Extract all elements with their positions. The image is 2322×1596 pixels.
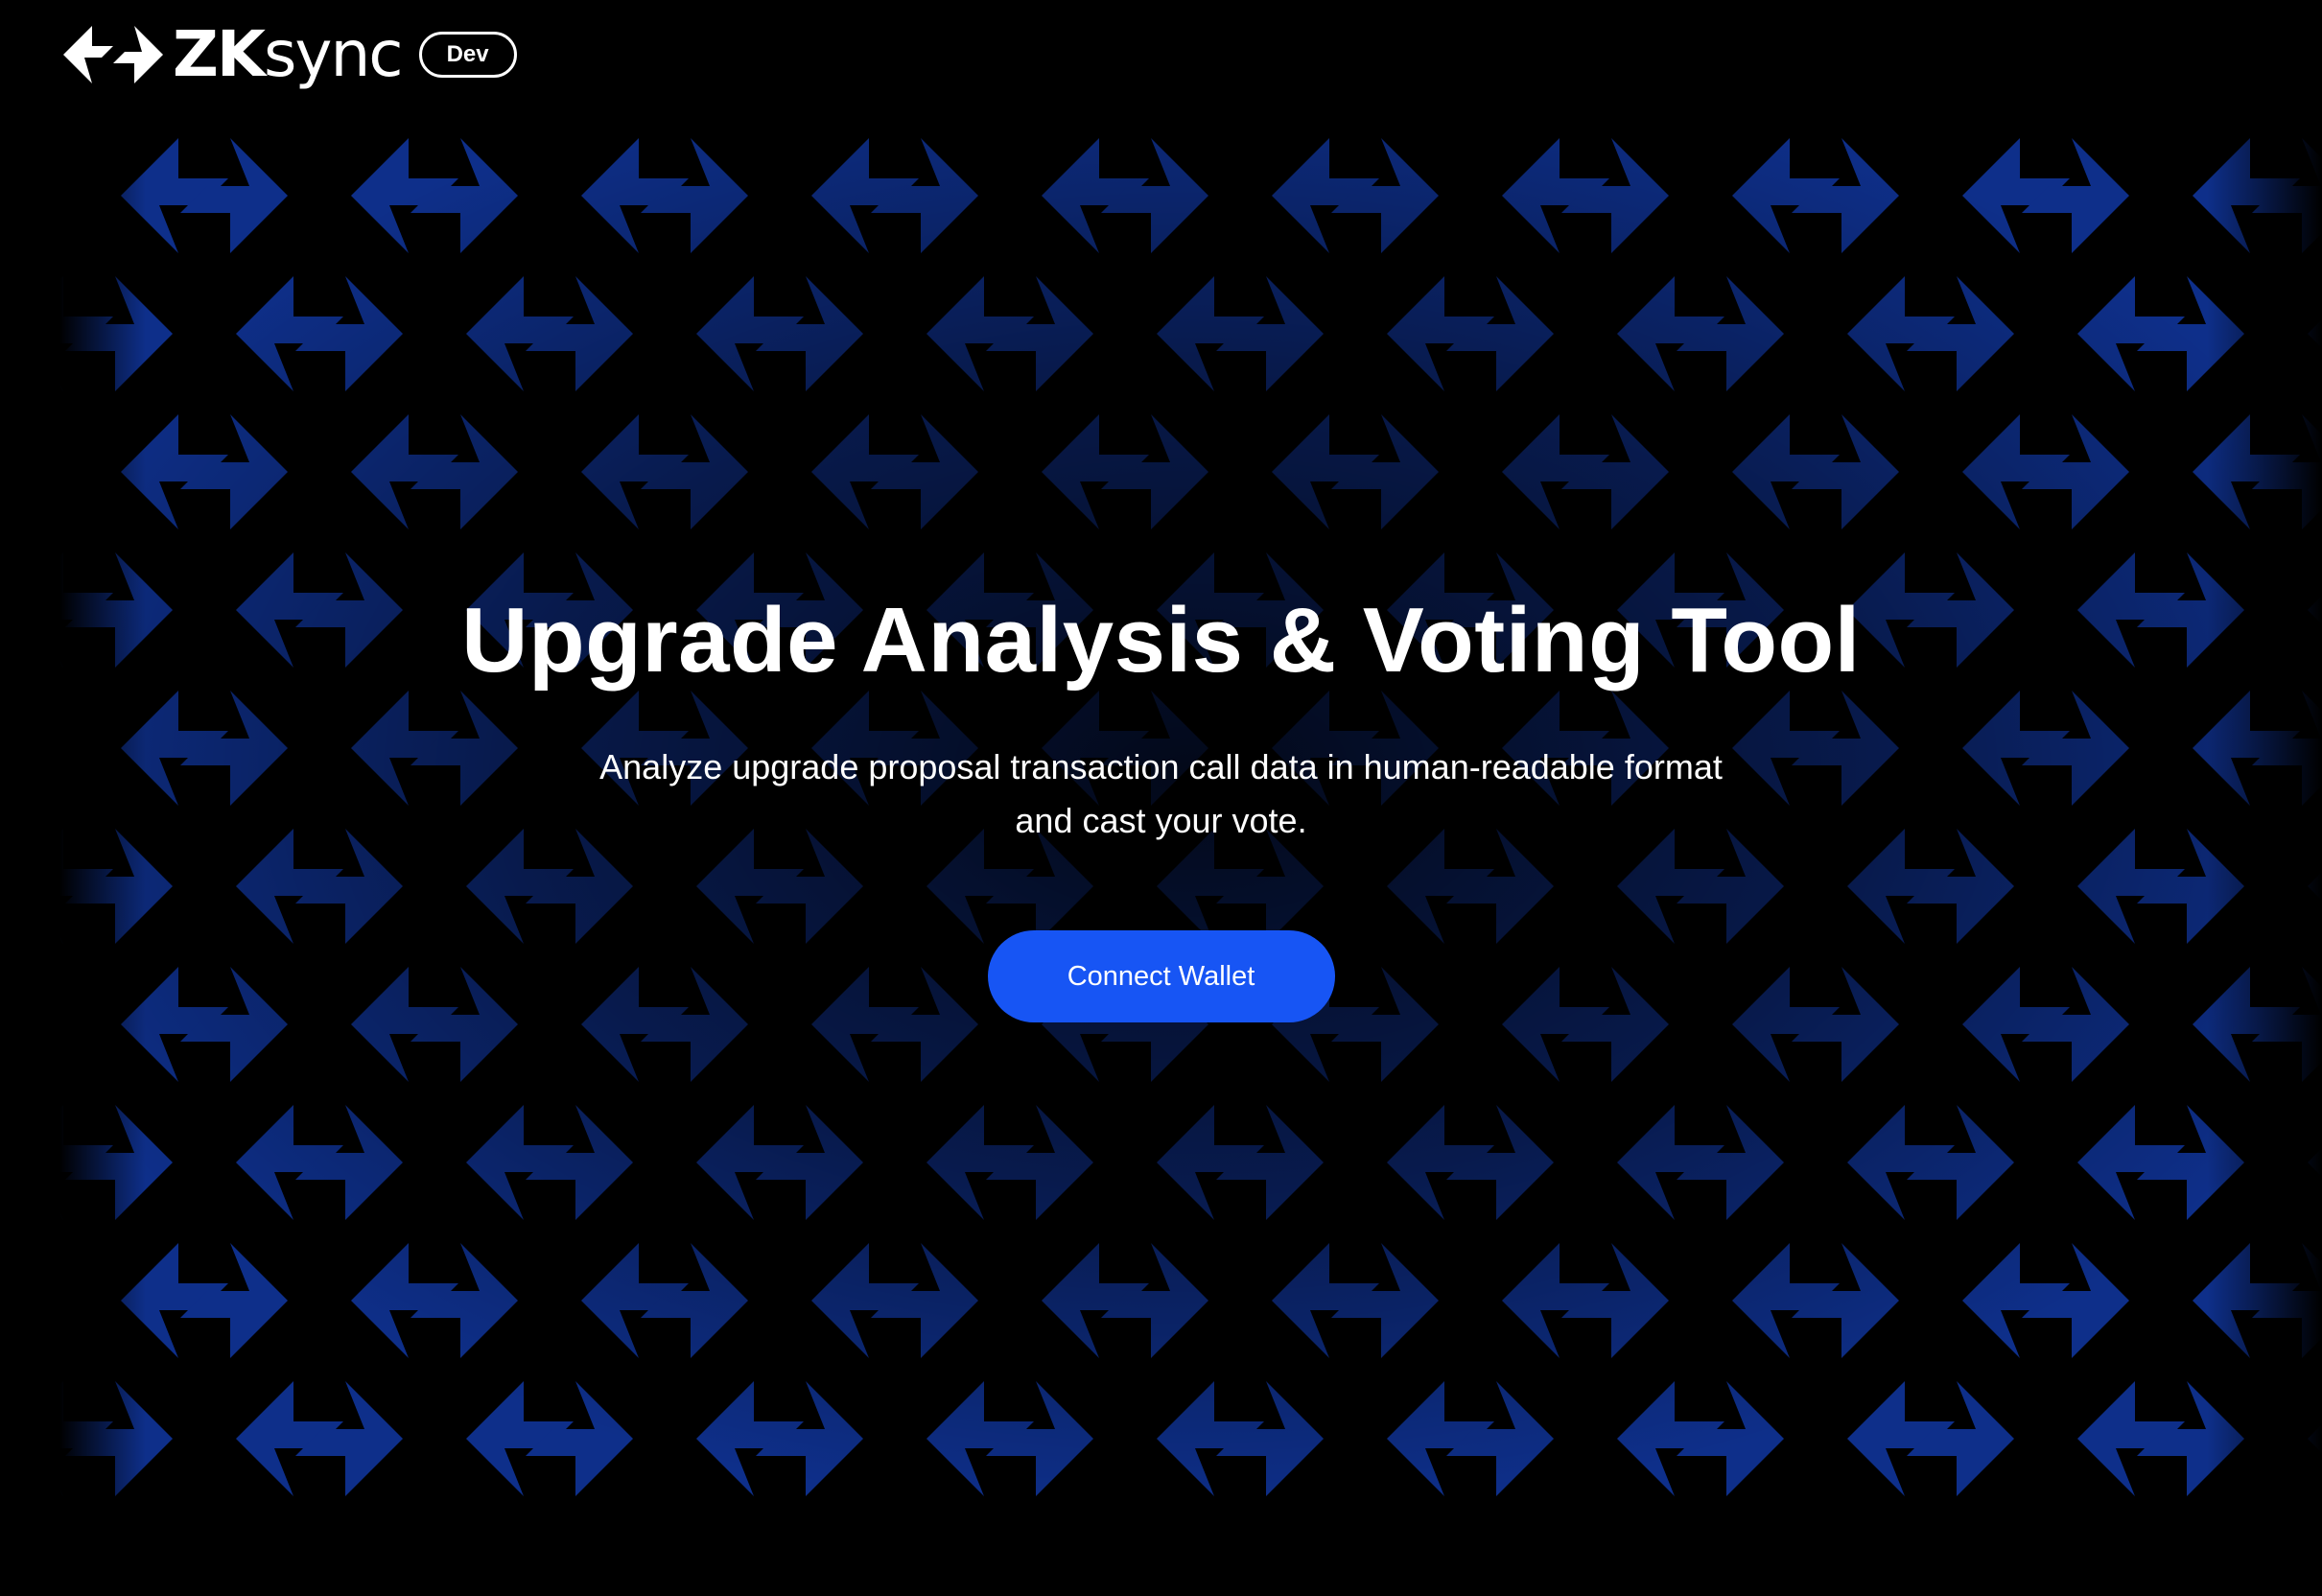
brand-wordmark-bold: ZK [173,17,266,91]
environment-badge: Dev [418,32,517,78]
arrow-pattern-icon [59,134,2322,1496]
brand-wordmark-light: sync [264,17,404,91]
connect-wallet-button[interactable]: Connect Wallet [987,930,1335,1022]
top-header: ZKsync Dev [63,21,517,88]
brand-logo-wordmark[interactable]: ZKsync [173,23,404,86]
zksync-double-arrow-icon [63,26,163,83]
landing-page: ZKsync Dev Upgrade Analysis & Voting Too… [0,0,2322,1596]
